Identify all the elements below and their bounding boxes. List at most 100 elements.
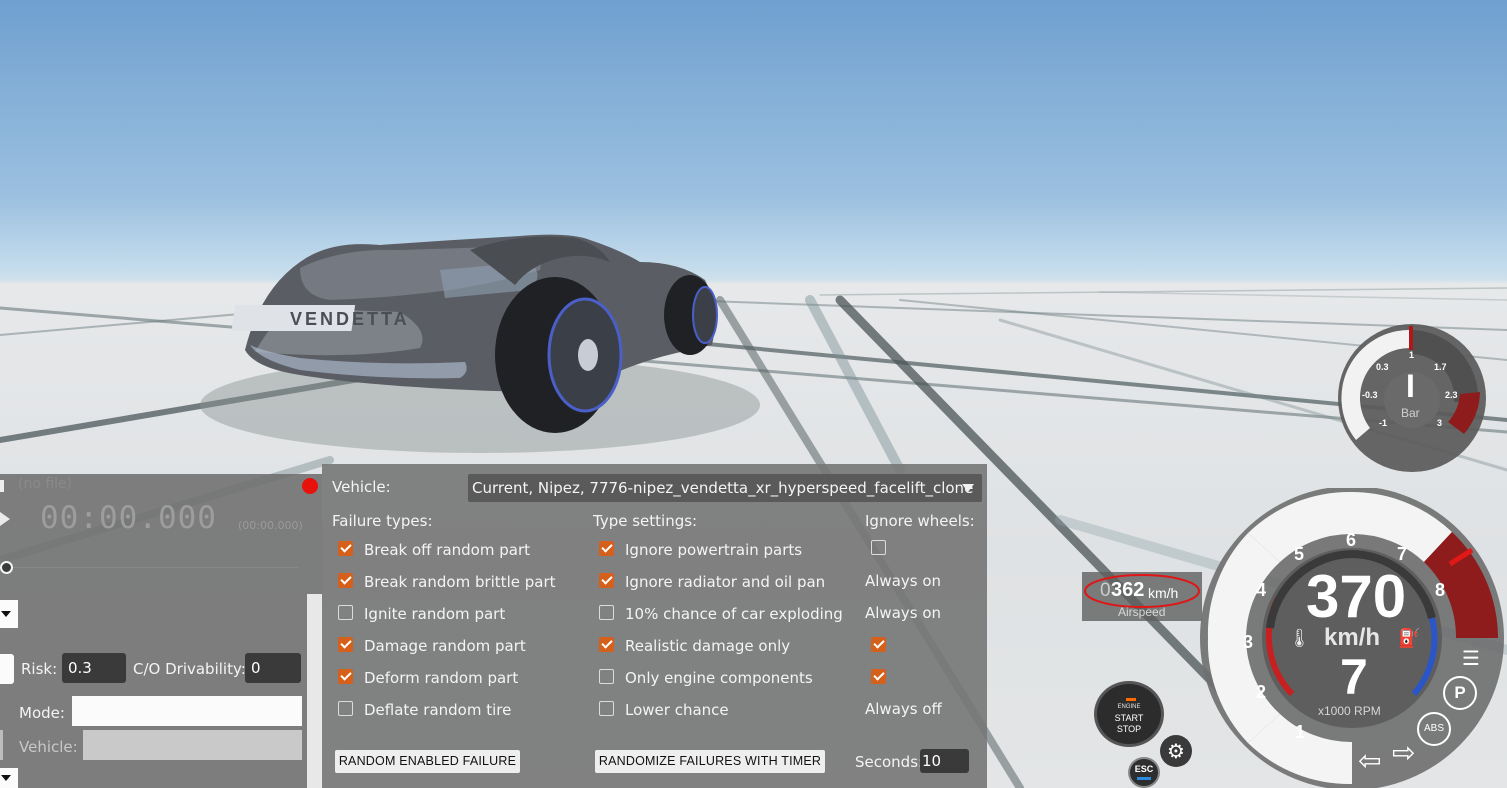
- boost-tick: 3: [1437, 418, 1443, 428]
- chevron-down-icon: [1, 775, 11, 781]
- seconds-label: Seconds:: [855, 753, 924, 771]
- checkbox-ignore-radiator[interactable]: [599, 573, 614, 588]
- rpm-tick: 5: [1294, 544, 1305, 564]
- failure-type-label: Break random brittle part: [364, 573, 556, 591]
- failure-type-label: Break off random part: [364, 541, 530, 559]
- ignore-wheels-always-on: Always on: [865, 572, 942, 590]
- checkbox-realistic-damage[interactable]: [599, 637, 614, 652]
- boost-tick: -1: [1379, 418, 1388, 428]
- checkbox-ignore-powertrain[interactable]: [599, 541, 614, 556]
- randomize-timer-button[interactable]: RANDOMIZE FAILURES WITH TIMER: [595, 750, 825, 773]
- co-drivability-label: C/O Drivability:: [133, 660, 246, 678]
- replay-seek-handle[interactable]: [0, 561, 13, 574]
- rpm-tick: 4: [1256, 580, 1267, 600]
- failure-panel: Vehicle: Current, Nipez, 7776-nipez_vend…: [322, 464, 987, 788]
- checkbox-damage-random-part[interactable]: [338, 637, 353, 652]
- rpm-tick: 1: [1295, 722, 1306, 742]
- boost-tick: 0.3: [1376, 362, 1389, 372]
- dropdown-toggle[interactable]: [0, 600, 18, 628]
- status-dot: [302, 478, 318, 494]
- risk-label: Risk:: [21, 660, 58, 678]
- boost-tick: 1: [1409, 350, 1415, 360]
- checkbox-ignore-wheels-5[interactable]: [871, 669, 886, 684]
- checkbox-break-off-random-part[interactable]: [338, 541, 353, 556]
- risk-toggle[interactable]: [0, 654, 14, 684]
- checkbox-ignore-wheels-4[interactable]: [871, 637, 886, 652]
- red-annotation-circle: [1084, 574, 1200, 608]
- left-turn-signal-icon: ⇦: [1358, 744, 1382, 777]
- boost-tick: 2.3: [1445, 390, 1458, 400]
- fuel-icon: ⛽: [1398, 628, 1421, 649]
- stop-label: STOP: [1116, 724, 1142, 734]
- replay-seek-track[interactable]: [6, 567, 298, 568]
- vehicle-toggle[interactable]: [0, 730, 3, 760]
- type-settings-header: Type settings:: [593, 512, 698, 530]
- vehicle-label: Vehicle:: [19, 738, 78, 756]
- vehicle-input[interactable]: [83, 730, 302, 760]
- checkbox-ignore-wheels-1[interactable]: [871, 540, 886, 555]
- vehicle-select-label: Vehicle:: [332, 478, 391, 496]
- right-turn-signal-icon: ⇨: [1392, 736, 1416, 769]
- type-setting-label: Lower chance: [625, 701, 729, 719]
- replay-panel: (no file) 00:00.000 (00:00.000) Risk: 0.…: [0, 474, 322, 788]
- esc-button[interactable]: ESC: [1128, 757, 1160, 788]
- abs-icon: ABS: [1417, 712, 1451, 746]
- esc-label: ESC: [1134, 764, 1154, 774]
- seconds-input[interactable]: 10: [920, 749, 969, 773]
- type-setting-label: Ignore powertrain parts: [625, 541, 803, 559]
- play-icon[interactable]: [0, 512, 10, 526]
- boost-tick: -0.3: [1362, 390, 1378, 400]
- start-label: START: [1114, 713, 1144, 723]
- boost-unit: Bar: [1401, 406, 1420, 420]
- type-setting-label: Only engine components: [625, 669, 813, 687]
- boost-needle: I: [1406, 368, 1415, 404]
- rpm-tick: 3: [1243, 632, 1254, 652]
- car-badge: VENDETTA: [290, 309, 410, 329]
- rpm-tick: 2: [1256, 682, 1267, 702]
- speed-value: 370: [1306, 563, 1407, 630]
- type-setting-label: Ignore radiator and oil pan: [625, 573, 826, 591]
- checkbox-engine-components[interactable]: [599, 669, 614, 684]
- boost-tick: 1.7: [1434, 362, 1447, 372]
- type-setting-label: Realistic damage only: [625, 637, 791, 655]
- checkbox-deflate-random-tire[interactable]: [338, 701, 353, 716]
- ignore-wheels-header: Ignore wheels:: [865, 512, 975, 530]
- failure-type-label: Ignite random part: [364, 605, 506, 623]
- parking-brake-icon: P: [1443, 676, 1477, 710]
- engine-label: ENGINE: [1117, 704, 1141, 710]
- random-enabled-failure-button[interactable]: RANDOM ENABLED FAILURE: [335, 750, 520, 773]
- checkbox-deform-random-part[interactable]: [338, 669, 353, 684]
- mode-label: Mode:: [19, 704, 65, 722]
- replay-indicator: [0, 480, 4, 492]
- headlight-icon: ☰: [1462, 646, 1480, 670]
- mode-input[interactable]: [72, 696, 302, 726]
- rpm-tick: 8: [1435, 580, 1446, 600]
- coolant-temp-icon: 🌡: [1288, 628, 1311, 649]
- rpm-tick: 6: [1346, 530, 1357, 550]
- type-setting-label: 10% chance of car exploding: [625, 605, 843, 623]
- failure-types-header: Failure types:: [332, 512, 433, 530]
- checkbox-break-random-brittle-part[interactable]: [338, 573, 353, 588]
- risk-input[interactable]: 0.3: [62, 653, 126, 683]
- failure-type-label: Deform random part: [364, 669, 519, 687]
- ignore-wheels-always-off: Always off: [865, 700, 942, 718]
- hazard-icon[interactable]: ⚙: [1160, 735, 1192, 767]
- ignore-wheels-always-on: Always on: [865, 604, 942, 622]
- chevron-down-icon: [962, 484, 974, 492]
- gear-indicator: 7: [1340, 649, 1368, 705]
- esc-status-led: [1137, 777, 1151, 780]
- engine-status-led: [1126, 698, 1136, 701]
- failure-type-label: Damage random part: [364, 637, 526, 655]
- replay-timer-small: (00:00.000): [238, 519, 303, 532]
- vehicle-select-value: Current, Nipez, 7776-nipez_vendetta_xr_h…: [472, 479, 974, 497]
- checkbox-car-exploding[interactable]: [599, 605, 614, 620]
- scrollbar[interactable]: [307, 594, 322, 788]
- checkbox-ignite-random-part[interactable]: [338, 605, 353, 620]
- co-drivability-input[interactable]: 0: [245, 653, 301, 683]
- engine-start-stop-button[interactable]: ENGINE START STOP: [1094, 681, 1164, 747]
- failure-type-label: Deflate random tire: [364, 701, 512, 719]
- checkbox-lower-chance[interactable]: [599, 701, 614, 716]
- vehicle-select[interactable]: Current, Nipez, 7776-nipez_vendetta_xr_h…: [468, 474, 982, 502]
- dropdown-toggle-2[interactable]: [0, 768, 18, 788]
- replay-file-label: (no file): [18, 476, 73, 492]
